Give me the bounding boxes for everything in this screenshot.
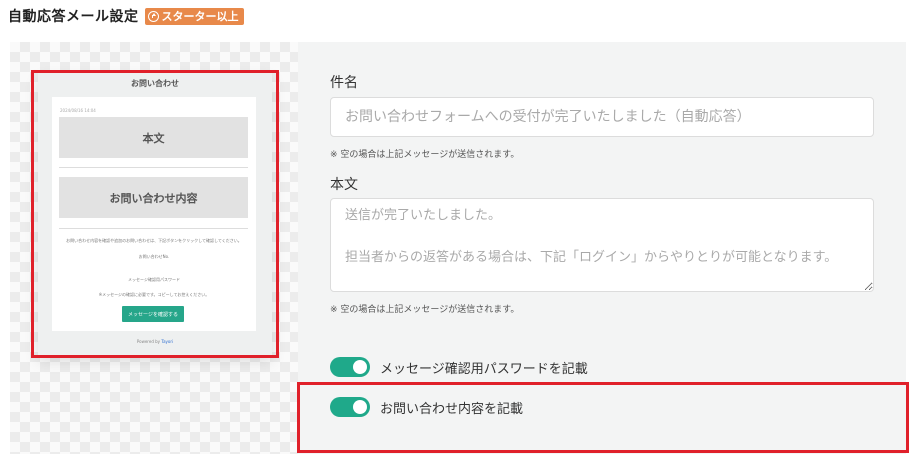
preview-highlight-frame	[31, 70, 279, 358]
arrow-up-circle-icon	[147, 10, 159, 22]
password-toggle-label: メッセージ確認用パスワードを記載	[380, 361, 588, 377]
password-toggle-row: メッセージ確認用パスワードを記載	[330, 357, 588, 377]
body-textarea[interactable]	[330, 198, 874, 292]
plan-badge: スターター以上	[144, 7, 244, 25]
subject-label: 件名	[330, 75, 358, 91]
subject-hint: ※ 空の場合は上記メッセージが送信されます。	[330, 150, 520, 160]
body-hint: ※ 空の場合は上記メッセージが送信されます。	[330, 305, 520, 315]
password-toggle[interactable]	[330, 357, 370, 377]
body-label: 本文	[330, 177, 358, 193]
toggle-highlight-frame	[297, 382, 909, 453]
toggle-knob	[353, 360, 367, 374]
plan-badge-label: スターター以上	[161, 9, 239, 23]
title-row: 自動応答メール設定 スターター以上	[8, 6, 244, 26]
page-title: 自動応答メール設定	[8, 9, 139, 25]
subject-input[interactable]	[330, 97, 874, 137]
